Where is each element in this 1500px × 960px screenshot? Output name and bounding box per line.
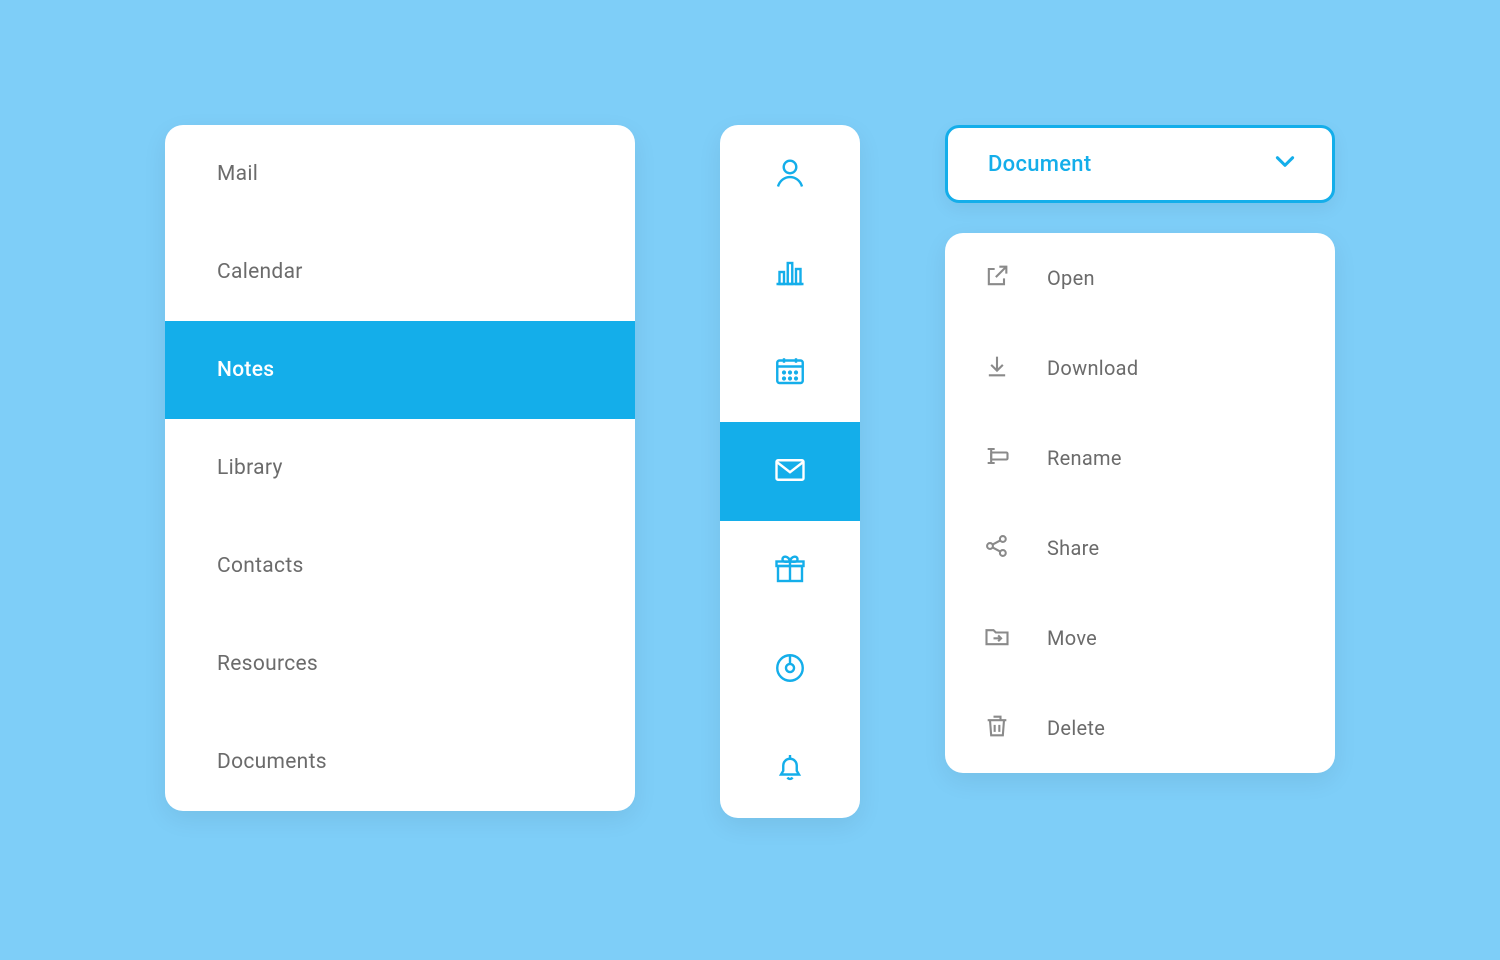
nav-item-documents[interactable]: Documents [165, 713, 635, 811]
icon-rail [720, 125, 860, 818]
nav-label: Documents [217, 750, 327, 774]
ctx-label: Delete [1047, 716, 1105, 740]
bell-icon [772, 749, 808, 789]
ctx-label: Move [1047, 626, 1097, 650]
trash-icon [983, 712, 1011, 745]
user-icon [772, 155, 808, 195]
disc-icon [772, 650, 808, 690]
nav-label: Library [217, 456, 283, 480]
dropdown-label: Document [988, 152, 1091, 177]
nav-item-resources[interactable]: Resources [165, 615, 635, 713]
gift-icon [772, 551, 808, 591]
download-icon [983, 352, 1011, 385]
chevron-down-icon [1272, 148, 1298, 180]
ctx-label: Rename [1047, 446, 1122, 470]
move-folder-icon [983, 622, 1011, 655]
mail-icon [772, 452, 808, 492]
ctx-label: Share [1047, 536, 1099, 560]
document-dropdown[interactable]: Document [945, 125, 1335, 203]
open-icon [983, 262, 1011, 295]
share-icon [983, 532, 1011, 565]
rename-icon [983, 442, 1011, 475]
nav-item-mail[interactable]: Mail [165, 125, 635, 223]
nav-panel: Mail Calendar Notes Library Contacts Res… [165, 125, 635, 811]
nav-label: Contacts [217, 554, 304, 578]
rail-item-user[interactable] [720, 125, 860, 224]
calendar-icon [772, 353, 808, 393]
right-column: Document Open [945, 125, 1335, 773]
nav-item-calendar[interactable]: Calendar [165, 223, 635, 321]
ctx-item-delete[interactable]: Delete [945, 683, 1335, 773]
ctx-label: Open [1047, 266, 1095, 290]
nav-label: Resources [217, 652, 318, 676]
rail-item-gift[interactable] [720, 521, 860, 620]
ctx-item-move[interactable]: Move [945, 593, 1335, 683]
bar-chart-icon [772, 254, 808, 294]
ctx-item-download[interactable]: Download [945, 323, 1335, 413]
rail-item-bell[interactable] [720, 719, 860, 818]
context-menu: Open Download Rename [945, 233, 1335, 773]
rail-item-chart[interactable] [720, 224, 860, 323]
nav-item-contacts[interactable]: Contacts [165, 517, 635, 615]
nav-item-library[interactable]: Library [165, 419, 635, 517]
rail-item-disc[interactable] [720, 620, 860, 719]
ctx-item-rename[interactable]: Rename [945, 413, 1335, 503]
nav-label: Calendar [217, 260, 303, 284]
rail-item-mail[interactable] [720, 422, 860, 521]
ctx-item-share[interactable]: Share [945, 503, 1335, 593]
ctx-label: Download [1047, 356, 1138, 380]
nav-label: Notes [217, 358, 274, 382]
rail-item-calendar[interactable] [720, 323, 860, 422]
nav-item-notes[interactable]: Notes [165, 321, 635, 419]
nav-label: Mail [217, 162, 258, 186]
ctx-item-open[interactable]: Open [945, 233, 1335, 323]
